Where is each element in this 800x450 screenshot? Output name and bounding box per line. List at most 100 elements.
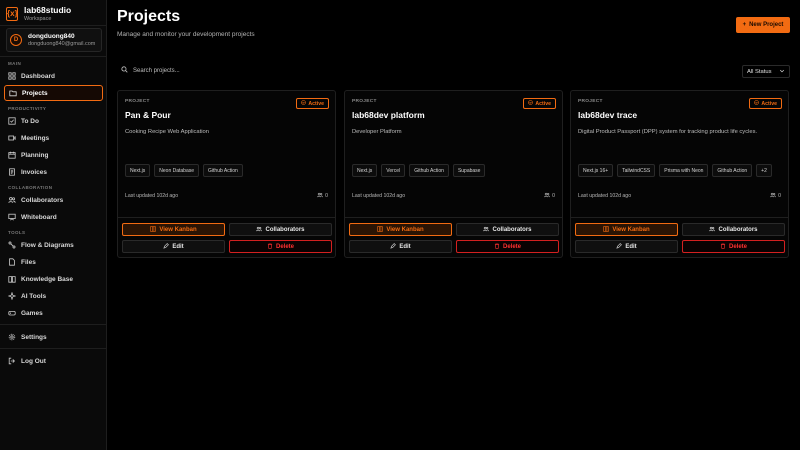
check-circle-icon <box>754 100 760 107</box>
tech-tag: +2 <box>756 164 772 177</box>
sidebar-item-label: Planning <box>21 151 49 159</box>
sidebar-item-label: Files <box>21 258 36 266</box>
view-kanban-label: View Kanban <box>159 226 197 233</box>
collaborators-label: Collaborators <box>718 226 758 233</box>
pencil-icon <box>616 242 623 251</box>
view-kanban-button[interactable]: View Kanban <box>349 223 452 236</box>
sidebar-item-label: Flow & Diagrams <box>21 241 74 249</box>
users-icon <box>317 192 323 200</box>
project-title[interactable]: Pan & Pour <box>125 110 171 120</box>
check-circle-icon <box>528 100 534 107</box>
trash-icon <box>267 243 273 251</box>
search-placeholder: Search projects... <box>133 67 180 74</box>
project-title[interactable]: lab68dev platform <box>352 110 425 120</box>
sidebar-item-label: Projects <box>22 89 48 97</box>
user-card[interactable]: D dongduong840 dongduong840@gmail.com <box>6 28 102 52</box>
edit-label: Edit <box>172 243 184 250</box>
divider <box>0 348 106 349</box>
sidebar-item-projects[interactable]: Projects <box>4 85 103 101</box>
edit-button[interactable]: Edit <box>122 240 225 253</box>
sidebar-item-label: Settings <box>21 333 47 341</box>
section-label-tools: TOOLS <box>8 230 26 235</box>
new-project-label: New Project <box>749 22 784 28</box>
edit-label: Edit <box>399 243 411 250</box>
tech-tag: Prisma with Neon <box>659 164 709 177</box>
project-kind-label: PROJECT <box>352 99 377 104</box>
page-title: Projects <box>117 8 181 25</box>
sidebar-item-meetings[interactable]: Meetings <box>4 130 103 146</box>
sidebar-item-logout[interactable]: Log Out <box>4 353 103 369</box>
ai-icon <box>8 292 16 300</box>
new-project-button[interactable]: + New Project <box>736 17 790 33</box>
sidebar-item-planning[interactable]: Planning <box>4 147 103 163</box>
brand-subtitle: Workspace <box>24 16 52 22</box>
edit-button[interactable]: Edit <box>575 240 678 253</box>
delete-button[interactable]: Delete <box>229 240 332 253</box>
view-kanban-label: View Kanban <box>612 226 650 233</box>
collaborator-count-value: 0 <box>325 193 328 199</box>
search-input[interactable]: Search projects... <box>121 66 180 75</box>
sidebar-item-flow-diagrams[interactable]: Flow & Diagrams <box>4 237 103 253</box>
tech-tag: Next.js <box>352 164 378 177</box>
status-filter-value: All Status <box>747 68 772 75</box>
users-icon <box>770 192 776 200</box>
project-description: Digital Product Passport (DPP) system fo… <box>578 129 758 135</box>
users-icon <box>483 226 490 234</box>
delete-label: Delete <box>502 243 521 250</box>
delete-label: Delete <box>728 243 747 250</box>
status-filter-select[interactable]: All Status <box>742 65 790 78</box>
users-icon <box>256 226 263 234</box>
kanban-icon <box>603 225 610 234</box>
sidebar-item-games[interactable]: Games <box>4 305 103 321</box>
invoice-icon <box>8 168 16 176</box>
collaborators-button[interactable]: Collaborators <box>456 223 559 236</box>
brand[interactable]: {x} lab68studio Workspace <box>6 5 71 22</box>
sidebar-item-todo[interactable]: To Do <box>4 113 103 129</box>
sidebar-item-label: To Do <box>21 117 39 125</box>
pencil-icon <box>390 242 397 251</box>
tech-tag: Supabase <box>452 164 486 177</box>
divider <box>571 217 788 218</box>
sidebar-item-collaborators[interactable]: Collaborators <box>4 192 103 208</box>
sidebar-item-invoices[interactable]: Invoices <box>4 164 103 180</box>
sidebar-item-label: Whiteboard <box>21 213 57 221</box>
collaborators-button[interactable]: Collaborators <box>682 223 785 236</box>
users-icon <box>709 226 716 234</box>
gear-icon <box>8 333 16 341</box>
view-kanban-button[interactable]: View Kanban <box>575 223 678 236</box>
sidebar-item-label: Games <box>21 309 43 317</box>
sidebar-item-ai-tools[interactable]: AI Tools <box>4 288 103 304</box>
collaborators-button[interactable]: Collaborators <box>229 223 332 236</box>
edit-button[interactable]: Edit <box>349 240 452 253</box>
sidebar-item-dashboard[interactable]: Dashboard <box>4 68 103 84</box>
collaborator-count-value: 0 <box>778 193 781 199</box>
sidebar-item-settings[interactable]: Settings <box>4 329 103 345</box>
brand-logo: {x} <box>6 6 18 21</box>
delete-button[interactable]: Delete <box>456 240 559 253</box>
search-icon <box>121 66 128 75</box>
section-label-collaboration: COLLABORATION <box>8 185 53 190</box>
avatar: D <box>10 34 22 46</box>
page-subtitle: Manage and monitor your development proj… <box>117 31 255 38</box>
sidebar-item-files[interactable]: Files <box>4 254 103 270</box>
tech-tags: Next.js Vercel Github Action Supabase <box>352 164 486 177</box>
sidebar-item-label: Meetings <box>21 134 50 142</box>
view-kanban-button[interactable]: View Kanban <box>122 223 225 236</box>
plus-icon: + <box>742 22 747 28</box>
sidebar-item-knowledge-base[interactable]: Knowledge Base <box>4 271 103 287</box>
folder-icon <box>9 89 17 97</box>
whiteboard-icon <box>8 213 16 221</box>
project-description: Developer Platform <box>352 129 402 135</box>
divider <box>0 56 106 57</box>
last-updated: Last updated 102d ago <box>578 193 632 199</box>
tech-tag: Next.js <box>125 164 151 177</box>
delete-button[interactable]: Delete <box>682 240 785 253</box>
project-kind-label: PROJECT <box>125 99 150 104</box>
view-kanban-label: View Kanban <box>386 226 424 233</box>
sidebar-item-whiteboard[interactable]: Whiteboard <box>4 209 103 225</box>
kanban-icon <box>150 225 157 234</box>
collaborator-count: 0 <box>770 192 781 200</box>
kanban-icon <box>377 225 384 234</box>
flow-icon <box>8 241 16 249</box>
project-title[interactable]: lab68dev trace <box>578 110 637 120</box>
